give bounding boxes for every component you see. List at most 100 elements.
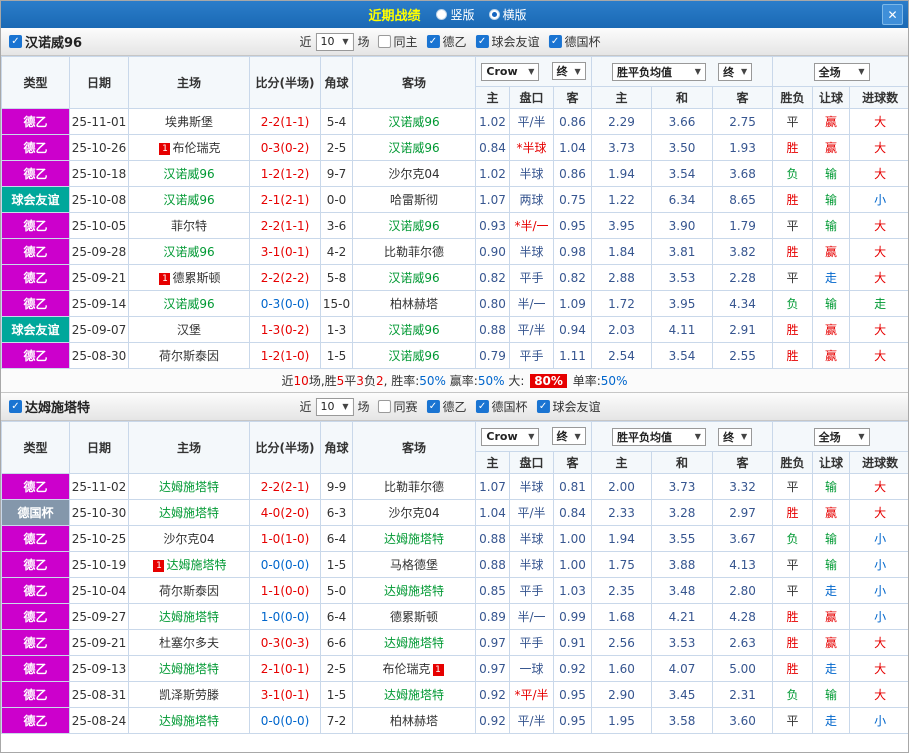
team-name[interactable]: 沙尔克04	[388, 167, 439, 181]
filter-option[interactable]: 球会友谊	[536, 398, 601, 415]
col-type: 类型	[1, 421, 70, 474]
chevron-down-icon: ▼	[528, 67, 535, 77]
filter-option[interactable]: 同赛	[377, 398, 418, 415]
team-checkbox[interactable]	[9, 400, 22, 413]
team-name[interactable]: 德累斯顿	[390, 610, 438, 624]
filter-option[interactable]: 德国杯	[475, 398, 528, 415]
wdl-result-cell: 胜	[772, 655, 814, 682]
fulltime-select[interactable]: 全场 ▼	[813, 427, 870, 446]
away-team-cell: 沙尔克04	[352, 160, 476, 187]
team-name[interactable]: 汉诺威96	[388, 141, 439, 155]
away-team-cell: 达姆施塔特	[352, 681, 476, 708]
col-corner: 角球	[320, 421, 353, 474]
away-odds-cell: 0.99	[552, 603, 593, 630]
team-name[interactable]: 达姆施塔特	[166, 558, 226, 572]
avg-odds-time-select[interactable]: 终 ▼	[718, 62, 753, 81]
team-name[interactable]: 达姆施塔特	[159, 506, 219, 520]
avg-away-odds-cell: 8.65	[712, 186, 774, 213]
avg-odds-time-select[interactable]: 终 ▼	[718, 427, 753, 446]
fulltime-select[interactable]: 全场 ▼	[813, 62, 870, 81]
team-name[interactable]: 马格德堡	[390, 558, 438, 572]
odds-time-select[interactable]: 终 ▼	[551, 62, 586, 81]
team-name[interactable]: 菲尔特	[171, 219, 207, 233]
team-name[interactable]: 哈雷斯彻	[390, 193, 438, 207]
match-row: 德乙 25-09-28 汉诺威96 3-1(0-1) 4-2 比勒菲尔德 0.90 半球 0.9…	[1, 238, 908, 265]
team-name[interactable]: 杜塞尔多夫	[159, 636, 219, 650]
team-name[interactable]: 荷尔斯泰因	[159, 349, 219, 363]
team-name[interactable]: 柏林赫塔	[390, 297, 438, 311]
team-name[interactable]: 沙尔克04	[388, 506, 439, 520]
handicap-cell: 半球	[509, 551, 554, 578]
col-home: 主场	[128, 56, 250, 109]
chevron-down-icon: ▼	[740, 432, 748, 441]
team-name[interactable]: 达姆施塔特	[384, 532, 444, 546]
team-name[interactable]: 比勒菲尔德	[384, 480, 444, 494]
filter-option[interactable]: 同主	[377, 33, 418, 50]
avg-home-odds-cell: 3.95	[591, 212, 653, 239]
filter-games-label: 场	[357, 35, 370, 49]
avg-draw-odds-cell: 3.54	[651, 160, 714, 187]
team-name[interactable]: 达姆施塔特	[384, 688, 444, 702]
handicap-cell: 半球	[509, 525, 554, 552]
team-name[interactable]: 德累斯顿	[172, 271, 220, 285]
avg-draw-odds-cell: 3.95	[651, 290, 714, 317]
subcol-avg-home: 主	[591, 86, 653, 109]
avg-odds-select[interactable]: 胜平负均值 ▼	[611, 62, 706, 81]
away-odds-cell: 0.86	[552, 108, 593, 135]
team-name[interactable]: 汉诺威96	[163, 167, 214, 181]
filter-option[interactable]: 球会友谊	[475, 33, 540, 50]
close-button[interactable]: ✕	[882, 4, 903, 25]
team-name[interactable]: 汉诺威96	[388, 271, 439, 285]
team-name[interactable]: 埃弗斯堡	[165, 115, 213, 129]
match-row: 德乙 25-09-13 达姆施塔特 2-1(0-1) 2-5 布伦瑞克 1 0.97 一球 0.9…	[1, 655, 908, 682]
league-cell: 德乙	[1, 134, 70, 161]
team-name[interactable]: 汉堡	[177, 323, 201, 337]
layout-radio-horizontal[interactable]: 横版	[488, 6, 527, 23]
team-name[interactable]: 汉诺威96	[163, 297, 214, 311]
goals-result-cell: 大	[849, 264, 908, 291]
filter-option[interactable]: 德国杯	[548, 33, 601, 50]
team-name[interactable]: 凯泽斯劳滕	[159, 688, 219, 702]
team-name[interactable]: 柏林赫塔	[390, 714, 438, 728]
team-checkbox[interactable]	[9, 35, 22, 48]
recent-count-select[interactable]: 10 ▼	[315, 32, 354, 51]
team-name[interactable]: 汉诺威96	[388, 323, 439, 337]
team-name[interactable]: 沙尔克04	[163, 532, 214, 546]
team-name[interactable]: 达姆施塔特	[384, 636, 444, 650]
team-name[interactable]: 达姆施塔特	[384, 584, 444, 598]
team-name[interactable]: 荷尔斯泰因	[159, 584, 219, 598]
team-name[interactable]: 汉诺威96	[388, 349, 439, 363]
layout-radio-vertical[interactable]: 竖版	[436, 6, 475, 23]
team-name[interactable]: 布伦瑞克	[172, 141, 220, 155]
team-name[interactable]: 汉诺威96	[163, 245, 214, 259]
filter-option[interactable]: 德乙	[426, 398, 467, 415]
filter-option[interactable]: 德乙	[426, 33, 467, 50]
close-icon: ✕	[887, 7, 898, 22]
odds-time-select[interactable]: 终 ▼	[551, 427, 586, 446]
team-name[interactable]: 达姆施塔特	[159, 714, 219, 728]
team-name[interactable]: 达姆施塔特	[159, 662, 219, 676]
team-name[interactable]: 布伦瑞克	[382, 662, 430, 676]
team-name[interactable]: 达姆施塔特	[159, 610, 219, 624]
filter-bar: 近 10▼ 场 同主 德乙 球会友谊 德国杯	[299, 32, 609, 51]
goals-result-cell: 大	[849, 629, 908, 656]
avg-home-odds-cell: 2.35	[591, 577, 653, 604]
summary-text: 50%	[477, 373, 505, 388]
recent-count-select[interactable]: 10 ▼	[315, 397, 354, 416]
team-name[interactable]: 汉诺威96	[388, 219, 439, 233]
team-name[interactable]: 汉诺威96	[163, 193, 214, 207]
avg-odds-select[interactable]: 胜平负均值 ▼	[611, 427, 706, 446]
date-cell: 25-10-18	[69, 160, 129, 187]
date-cell: 25-11-02	[69, 473, 129, 500]
away-team-cell: 达姆施塔特	[352, 525, 476, 552]
red-card-badge: 1	[153, 560, 165, 572]
handicap-cell: 平手	[509, 342, 554, 369]
odds-company-select[interactable]: Crow ▼	[481, 62, 540, 81]
team-name[interactable]: 汉诺威96	[388, 115, 439, 129]
odds-company-select[interactable]: Crow ▼	[481, 427, 540, 446]
team-name[interactable]: 达姆施塔特	[159, 480, 219, 494]
team-section-bar-2: 达姆施塔特 近 10▼ 场 同赛 德乙 德国杯 球会友谊	[1, 393, 908, 421]
handicap-result-cell: 赢	[812, 603, 851, 630]
chevron-down-icon: ▼	[858, 432, 865, 441]
team-name[interactable]: 比勒菲尔德	[384, 245, 444, 259]
